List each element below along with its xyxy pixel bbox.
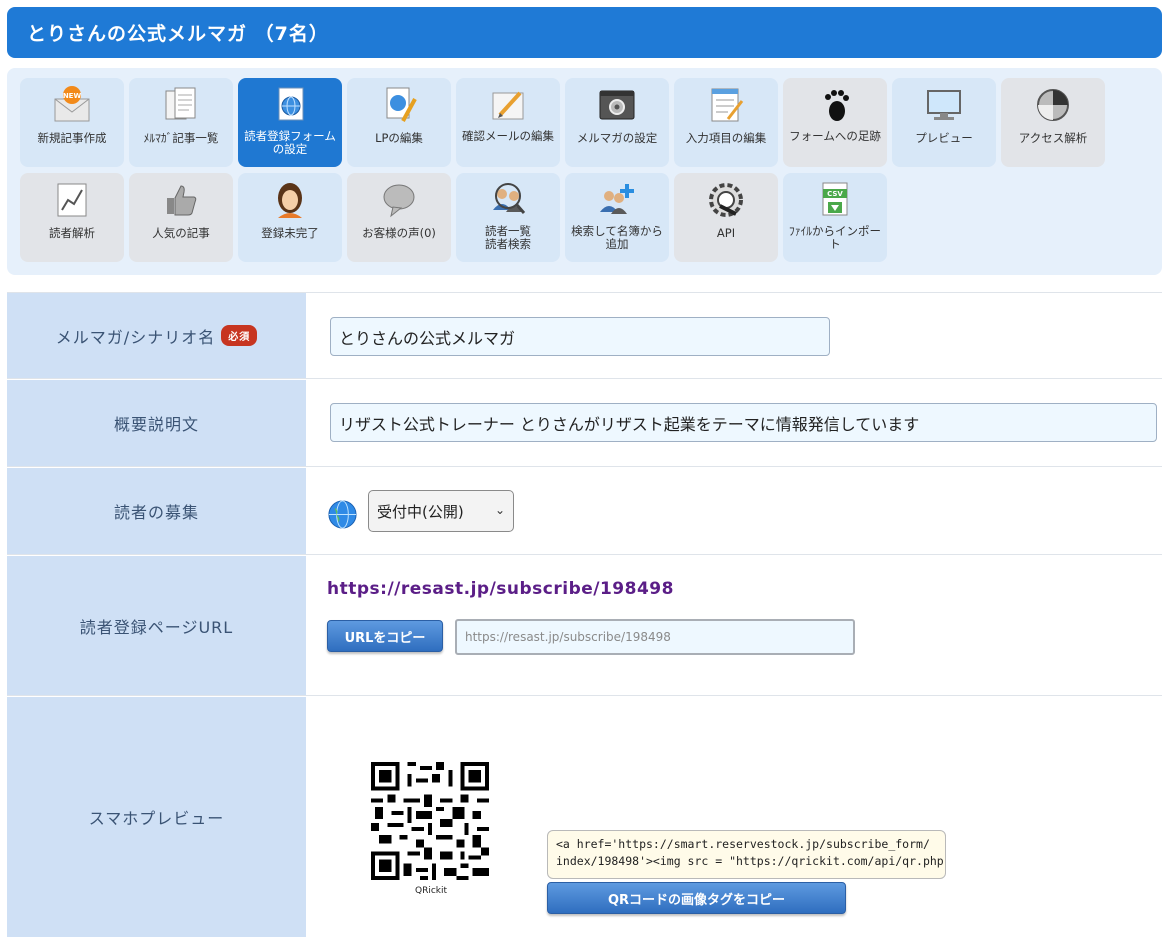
menu-label: 読者一覧 読者検索 [485,224,531,251]
footprint-icon [825,90,849,121]
new-mail-icon: NEW [54,86,90,122]
menu-label: 読者解析 [49,226,95,240]
subscribe-url-field[interactable]: https://resast.jp/subscribe/198498 [455,619,855,655]
name-input[interactable]: とりさんの公式メルマガ [330,317,830,356]
menu-customer-voice[interactable]: お客様の声(0) [347,173,451,262]
person-icon [278,183,302,218]
menu-import-from-file[interactable]: CSV ﾌｧｲﾙからインポート [783,173,887,262]
menu-label: 登録未完了 [261,226,319,240]
menu-access-analysis[interactable]: アクセス解析 [1001,78,1105,167]
menu-label: API [716,226,736,240]
recruit-status-value: 受付中(公開) [377,502,464,521]
csv-import-icon: CSV [822,182,848,216]
menu-form-footprints[interactable]: フォームへの足跡 [783,78,887,167]
page-edit-icon [386,87,417,122]
qr-tag-code-textarea[interactable]: <a href='https://smart.reservestock.jp/s… [547,830,946,879]
menu-reader-list-search[interactable]: 読者一覧 読者検索 [456,173,560,262]
description-input[interactable]: リザスト公式トレーナー とりさんがリザスト起業をテーマに情報発信しています [330,403,1157,442]
menu-label: LPの編集 [375,131,423,145]
menu-label: 入力項目の編集 [685,131,767,145]
recruit-label: 読者の募集 [113,503,199,522]
menu-lp-edit[interactable]: LPの編集 [347,78,451,167]
menu-label: 人気の記事 [152,226,210,240]
menu-popular-articles[interactable]: 人気の記事 [129,173,233,262]
menu-label: 読者登録フォームの設定 [244,129,336,156]
row-description: 概要説明文 リザスト公式トレーナー とりさんがリザスト起業をテーマに情報発信して… [7,380,1162,467]
pie-chart-icon [1037,89,1069,121]
menu-preview[interactable]: プレビュー [892,78,996,167]
label-cell: 読者登録ページURL [7,556,306,695]
user-add-icon [600,184,634,214]
label-cell: メルマガ/シナリオ名 必須 [7,293,306,378]
menu-label: アクセス解析 [1018,131,1088,145]
menu-reader-analysis[interactable]: 読者解析 [20,173,124,262]
menu-label: プレビュー [915,131,973,145]
menu-new-article[interactable]: NEW 新規記事作成 [20,78,124,167]
menu-mailmag-settings[interactable]: メルマガの設定 [565,78,669,167]
monitor-icon [927,90,961,120]
globe-document-icon [278,87,304,121]
qr-caption: QRickit [415,886,448,896]
copy-qr-tag-button[interactable]: QRコードの画像タグをコピー [547,882,846,914]
smartphone-preview-label: スマホプレビュー [88,809,225,828]
pencil-icon [492,91,524,120]
page-title: とりさんの公式メルマガ （7名） [7,7,1162,58]
chart-icon [57,183,87,217]
speech-bubble-icon [383,184,415,218]
menu-article-list[interactable]: ﾒﾙﾏｶﾞ記事一覧 [129,78,233,167]
form-edit-icon [711,88,744,122]
copy-url-button[interactable]: URLをコピー [327,620,443,652]
label-cell: スマホプレビュー [7,697,306,937]
documents-icon [165,87,196,120]
globe-icon [328,500,357,529]
menu-api[interactable]: API [674,173,778,262]
chevron-down-icon: ⌄ [494,503,505,517]
menu-label: お客様の声(0) [362,226,436,240]
settings-window-icon [599,90,635,120]
menu-confirm-mail-edit[interactable]: 確認メールの編集 [456,78,560,167]
subscribe-url-link[interactable]: https://resast.jp/subscribe/198498 [327,579,674,599]
menu-label: ﾒﾙﾏｶﾞ記事一覧 [143,131,219,145]
qr-code-image [371,762,489,880]
menu-panel: NEW 新規記事作成 ﾒﾙﾏｶﾞ記事一覧 読者登録フォームの設定 LPの編集 確… [7,68,1162,275]
name-label: メルマガ/シナリオ名 [55,327,216,347]
menu-label: メルマガの設定 [576,131,658,145]
svg-text:NEW: NEW [63,92,82,100]
menu-label: 新規記事作成 [37,131,107,145]
menu-label: 確認メールの編集 [462,129,554,143]
required-badge: 必須 [221,325,258,346]
label-cell: 概要説明文 [7,380,306,466]
menu-subscribe-form-settings[interactable]: 読者登録フォームの設定 [238,78,342,167]
svg-text:CSV: CSV [827,190,843,198]
recruit-status-select[interactable]: 受付中(公開) ⌄ [368,490,514,532]
menu-label: ﾌｧｲﾙからインポート [789,224,881,251]
gear-icon [709,183,743,217]
subscribe-url-label: 読者登録ページURL [79,617,234,637]
description-label: 概要説明文 [113,415,199,434]
row-recruit: 読者の募集 [7,468,1162,555]
menu-incomplete-registrations[interactable]: 登録未完了 [238,173,342,262]
thumbs-up-icon [167,185,197,216]
row-name: メルマガ/シナリオ名 必須 とりさんの公式メルマガ [7,292,1162,379]
menu-label: フォームへの足跡 [789,129,881,143]
menu-label: 検索して名簿から追加 [571,224,663,251]
menu-input-fields-edit[interactable]: 入力項目の編集 [674,78,778,167]
menu-search-add-to-list[interactable]: 検索して名簿から追加 [565,173,669,262]
label-cell: 読者の募集 [7,468,306,554]
user-search-icon [493,183,526,214]
